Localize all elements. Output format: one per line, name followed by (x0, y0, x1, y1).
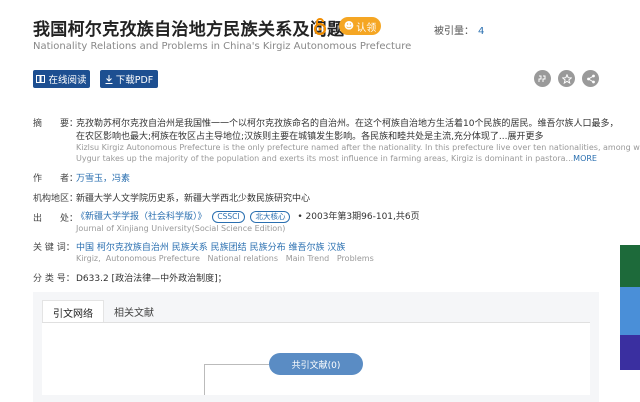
cited-count: 被引量： 4 (434, 22, 484, 37)
keyword-item[interactable]: 中国 (76, 243, 94, 253)
keyword-en-item[interactable]: Autonomous Prefecture (106, 254, 200, 263)
download-icon (105, 74, 113, 84)
journal-link[interactable]: 《新疆大学学报（社会科学版）》 (76, 212, 207, 222)
keyword-en-item[interactable]: Kirgiz (76, 254, 98, 263)
cite-button[interactable] (534, 70, 551, 87)
keyword-en-item[interactable]: Problems (337, 254, 374, 263)
side-advertisement[interactable] (620, 245, 640, 370)
keyword-item[interactable]: 民族分布 (250, 243, 286, 253)
keyword-en-item[interactable]: National relations (208, 254, 279, 263)
english-title: Nationality Relations and Problems in Ch… (33, 41, 412, 52)
favorite-button[interactable] (558, 70, 575, 87)
abstract-label: 摘 要： (33, 119, 79, 129)
issue-info: • 2003年第3期96-101,共6页 (297, 212, 420, 222)
page-title: 我国柯尔克孜族自治地方民族关系及问题 (33, 20, 345, 40)
keyword-item[interactable]: 民族团结 (211, 243, 247, 253)
keyword-en-item[interactable]: Main Trend (286, 254, 330, 263)
ad-segment (620, 335, 640, 370)
keywords-en-list: Kirgiz, Autonomous Prefecture National r… (76, 254, 374, 263)
download-pdf-button[interactable]: 下载PDF (100, 70, 158, 88)
abstract-en-line-2: Uygur takes up the majority of the popul… (76, 154, 574, 163)
cited-number[interactable]: 4 (478, 26, 484, 37)
authors-label: 作 者： (33, 174, 79, 184)
keyword-item[interactable]: 民族关系 (172, 243, 208, 253)
open-access-icon (313, 18, 327, 36)
org-label: 机构地区： (33, 194, 79, 204)
keyword-item[interactable]: 柯尔克孜族自治州 (97, 243, 169, 253)
abstract-line-1: 克孜勒苏柯尔克孜自治州是我国惟一一个以柯尔克孜族命名的自治州。在这个柯族自治地方… (76, 119, 619, 129)
keyword-item[interactable]: 汉族 (327, 243, 345, 253)
co-citation-node[interactable]: 共引文献(0) (269, 353, 363, 375)
user-icon: ☻ (343, 20, 355, 32)
keywords-label: 关 键 词： (33, 243, 75, 253)
tab-related-docs[interactable]: 相关文献 (104, 300, 164, 322)
keywords-list: 中国 柯尔克孜族自治州 民族关系 民族团结 民族分布 维吾尔族 汉族 (76, 240, 345, 253)
ad-segment (620, 287, 640, 335)
abstract-line-2: 在农区影响也最大;柯族在牧区占主导地位;汉族则主要在城镇发生影响。各民族和睦共处… (76, 132, 544, 142)
claim-button[interactable]: ☻ 认领 (339, 17, 381, 35)
classification-value[interactable]: D633.2 [政治法律—中外政治制度]； (76, 271, 227, 284)
keyword-item[interactable]: 维吾尔族 (288, 243, 324, 253)
source-label: 出 处： (33, 214, 79, 224)
download-pdf-label: 下载PDF (115, 75, 154, 86)
read-online-button[interactable]: 在线阅读 (33, 70, 90, 88)
cited-label: 被引量： (434, 26, 474, 37)
cssci-badge: CSSCI (212, 211, 245, 223)
share-icon (586, 74, 595, 83)
authors-value[interactable]: 万雪玉，冯素 (76, 171, 130, 184)
classification-label: 分 类 号： (33, 274, 75, 284)
pku-core-badge: 北大核心 (250, 211, 291, 223)
star-icon (561, 73, 572, 84)
share-button[interactable] (582, 70, 599, 87)
ad-segment (620, 245, 640, 287)
graph-connector (204, 364, 205, 395)
graph-connector (204, 364, 269, 365)
abstract-en-line-2-row: Uygur takes up the majority of the popul… (76, 154, 597, 163)
claim-label: 认领 (356, 22, 377, 34)
quote-icon (538, 75, 546, 82)
source-row: 《新疆大学学报（社会科学版）》 CSSCI 北大核心 • 2003年第3期96-… (76, 209, 420, 223)
tab-citation-network[interactable]: 引文网络 (42, 300, 104, 323)
journal-en: Journal of Xinjiang University(Social Sc… (76, 224, 286, 233)
abstract-en-line-1: Kizlsu Kirgiz Autonomous Prefecture is t… (76, 143, 640, 152)
org-value[interactable]: 新疆大学人文学院历史系，新疆大学西北少数民族研究中心 (76, 191, 310, 204)
book-icon (36, 75, 46, 83)
more-link[interactable]: MORE (573, 154, 597, 163)
read-online-label: 在线阅读 (48, 75, 87, 86)
